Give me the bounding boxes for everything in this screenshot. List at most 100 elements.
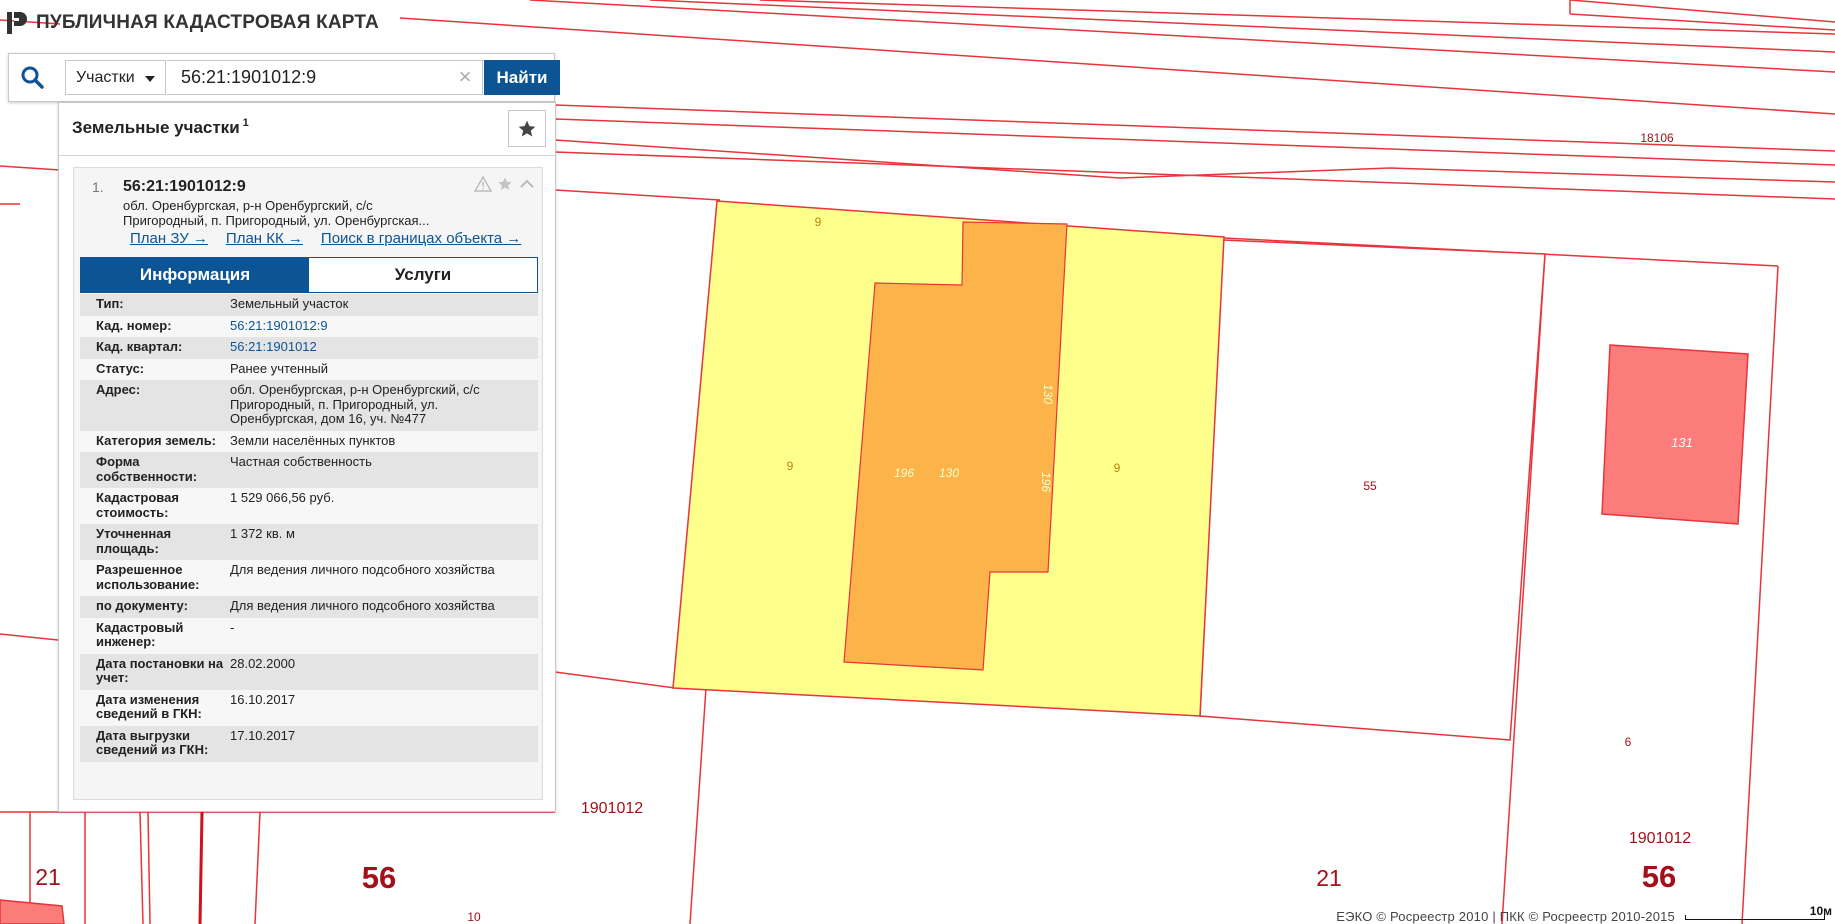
info-row: по документу: Для ведения личного подсобн… xyxy=(80,596,538,618)
info-value: обл. Оренбургская, р-н Оренбургский, с/с… xyxy=(230,382,480,426)
scale-bar: 10м xyxy=(1685,904,1832,920)
parcel-label: 10 xyxy=(467,910,481,924)
info-key: Дата изменения сведений в ГКН: xyxy=(96,691,202,721)
info-row: Кадастровый инженер: - xyxy=(80,617,538,654)
parcel-label: 9 xyxy=(1114,461,1121,475)
boundary-line xyxy=(0,633,59,641)
info-value: 1 529 066,56 руб. xyxy=(230,490,335,505)
info-key: по документу: xyxy=(96,598,188,613)
boundary-line xyxy=(254,811,261,924)
building-label: 130 xyxy=(1041,384,1055,404)
scale-label: 10м xyxy=(1809,904,1832,918)
info-value: 1 372 кв. м xyxy=(230,526,295,541)
result-card: 1. 56:21:1901012:9 обл. Оренбургская, р-… xyxy=(73,167,543,800)
info-key: Кадастровый инженер: xyxy=(96,619,184,649)
info-row: Кад. квартал: 56:21:1901012 xyxy=(80,337,538,359)
info-row: Разрешенное использование: Для ведения ли… xyxy=(80,560,538,596)
plan-kk-link[interactable]: План КК → xyxy=(226,230,303,247)
results-title: Земельные участки 1 xyxy=(72,117,249,138)
info-row: Категория земель: Земли населённых пункто… xyxy=(80,430,538,452)
search-in-bounds-link[interactable]: Поиск в границах объекта → xyxy=(321,230,521,247)
boundary-line xyxy=(554,189,721,201)
result-links: План ЗУ → План КК → Поиск в границах объ… xyxy=(130,230,521,247)
search-button[interactable]: Найти xyxy=(484,60,560,95)
search-input[interactable] xyxy=(167,60,483,95)
info-key: Категория земель: xyxy=(96,432,217,448)
info-key: Разрешенное использование: xyxy=(96,562,200,592)
warning-icon[interactable] xyxy=(474,176,492,192)
district-boundary xyxy=(198,811,204,924)
info-value: - xyxy=(230,619,235,635)
road-label: 18106 xyxy=(1640,131,1674,145)
info-value: Для ведения личного подсобного хозяйства xyxy=(230,598,495,613)
app-title: ПУБЛИЧНАЯ КАДАСТРОВАЯ КАРТА xyxy=(36,12,379,33)
boundary-line xyxy=(554,671,676,689)
result-cad-number[interactable]: 56:21:1901012:9 xyxy=(123,178,246,196)
info-row: Адрес: обл. Оренбургская, р-н Оренбургски… xyxy=(80,380,538,431)
search-type-select[interactable]: Участки xyxy=(65,60,166,95)
info-value-link[interactable]: 56:21:1901012 xyxy=(230,339,538,355)
info-row: Статус: Ранее учтенный xyxy=(80,358,538,380)
info-key: Уточненная площадь: xyxy=(96,526,172,556)
info-key: Дата постановки на учет: xyxy=(96,655,224,685)
scale-bar-line xyxy=(1685,915,1825,920)
red-parcel-corner xyxy=(0,899,65,924)
info-key: Форма собственности: xyxy=(96,454,198,484)
info-value: 28.02.2000 xyxy=(230,655,296,671)
tab-services[interactable]: Услуги xyxy=(309,258,537,292)
info-row: Дата постановки на учет: 28.02.2000 xyxy=(80,653,538,690)
results-count: 1 xyxy=(242,117,249,129)
plan-zu-link[interactable]: План ЗУ → xyxy=(130,230,208,247)
info-value: Частная собственность xyxy=(230,454,372,469)
attribution: ЕЭКО © Росреестр 2010 | ПКК © Росреестр … xyxy=(1336,909,1675,924)
chevron-up-icon[interactable] xyxy=(518,176,536,192)
info-value: 16.10.2017 xyxy=(230,691,296,707)
info-value-link[interactable]: 56:21:1901012:9 xyxy=(230,318,538,334)
brand: ПУБЛИЧНАЯ КАДАСТРОВАЯ КАРТА xyxy=(6,10,379,36)
boundary-line xyxy=(147,811,151,924)
boundary-line xyxy=(139,811,144,924)
tab-info[interactable]: Информация xyxy=(81,258,309,292)
info-value: Для ведения личного подсобного хозяйства xyxy=(230,562,495,577)
results-header: Земельные участки 1 xyxy=(59,103,555,156)
info-key: Кад. квартал: xyxy=(96,339,183,354)
clear-icon[interactable]: × xyxy=(453,63,477,91)
info-key: Кад. номер: xyxy=(96,317,172,333)
district-label: 21 xyxy=(1316,865,1342,891)
building-label: 130 xyxy=(939,466,959,480)
result-actions xyxy=(474,176,536,192)
search-bar: Участки × Найти xyxy=(8,53,560,102)
boundary-line xyxy=(689,687,707,924)
boundary-line xyxy=(0,165,61,171)
parcel-label: 55 xyxy=(1363,479,1377,493)
building-label: 196 xyxy=(1039,472,1053,492)
results-title-text: Земельные участки xyxy=(72,118,240,137)
info-row: Кад. номер: 56:21:1901012:9 xyxy=(80,315,538,337)
info-key: Статус: xyxy=(96,360,145,376)
parcel-label: 131 xyxy=(1671,435,1693,450)
info-table: Тип: Земельный участок Кад. номер: 56:21:19… xyxy=(80,294,538,762)
result-index: 1. xyxy=(92,179,104,195)
result-address-line: Пригородный, п. Пригородный, ул. Оренбур… xyxy=(123,213,430,228)
district-label: 21 xyxy=(35,864,61,890)
result-address-line: обл. Оренбургская, р-н Оренбургский, с/с xyxy=(123,198,373,213)
star-icon[interactable] xyxy=(496,176,514,192)
region-label: 56 xyxy=(362,860,396,895)
info-key: Адрес: xyxy=(96,382,141,397)
info-key: Тип: xyxy=(96,296,124,311)
info-row: Форма собственности: Частная собственност… xyxy=(80,452,538,488)
search-icon[interactable] xyxy=(19,64,45,90)
star-icon xyxy=(518,120,536,136)
info-row: Тип: Земельный участок xyxy=(80,294,538,316)
info-value: Земли населённых пунктов xyxy=(230,432,396,448)
favorites-button[interactable] xyxy=(508,110,546,147)
info-row: Кадастровая стоимость: 1 529 066,56 руб. xyxy=(80,488,538,524)
info-key: Дата выгрузки сведений из ГКН: xyxy=(96,727,209,757)
info-row: Уточненная площадь: 1 372 кв. м xyxy=(80,524,538,560)
caret-down-icon xyxy=(145,76,155,82)
parcel-label: 9 xyxy=(815,215,822,229)
parcel-label: 6 xyxy=(1625,735,1632,749)
info-value: Земельный участок xyxy=(230,296,349,311)
info-value: 17.10.2017 xyxy=(230,727,296,743)
result-tabs: Информация Услуги xyxy=(80,257,538,293)
